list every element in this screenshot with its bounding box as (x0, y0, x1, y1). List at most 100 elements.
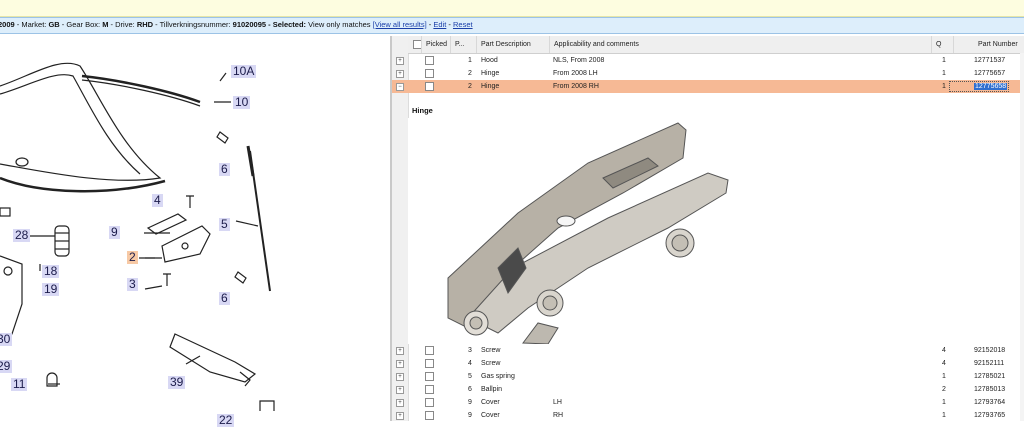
edit-link[interactable]: Edit (433, 20, 446, 29)
callout-6b[interactable]: 6 (219, 292, 230, 305)
picked-checkbox[interactable] (425, 346, 434, 355)
callout-10a[interactable]: 10A (231, 65, 257, 78)
pos-cell: 5 (468, 373, 472, 380)
expand-icon[interactable]: + (396, 399, 404, 407)
partno-cell: 92152111 (974, 360, 1005, 367)
view-all-results-link[interactable]: [View all results] (373, 20, 427, 29)
desc-cell: Screw (481, 347, 501, 354)
expand-icon[interactable]: + (396, 412, 404, 420)
partno-cell: 92152018 (974, 347, 1006, 354)
callout-29[interactable]: 29 (0, 360, 13, 373)
expand-icon[interactable]: + (396, 386, 404, 394)
qty-cell: 1 (942, 57, 946, 64)
applic-cell: From 2008 LH (553, 70, 598, 77)
callout-19[interactable]: 19 (42, 283, 60, 296)
table-row[interactable]: + 3 Screw 4 92152018 (392, 344, 1024, 357)
picked-checkbox[interactable] (425, 385, 434, 394)
picked-checkbox[interactable] (425, 398, 434, 407)
picked-checkbox[interactable] (425, 372, 434, 381)
qty-cell: 4 (942, 347, 946, 354)
qty-cell: 1 (942, 70, 946, 77)
col-part-number[interactable]: Part Number (953, 36, 1024, 53)
callout-30[interactable]: 30 (0, 333, 13, 346)
callout-3[interactable]: 3 (127, 278, 138, 291)
applic-cell: From 2008 RH (553, 83, 599, 90)
hinge-illustration (447, 122, 729, 344)
collapse-icon[interactable]: − (396, 83, 404, 91)
qty-cell: 4 (942, 360, 946, 367)
callout-10[interactable]: 10 (233, 96, 251, 109)
col-description[interactable]: Part Description (476, 36, 550, 53)
vin-label: - Tillverkningsnummer: (153, 20, 233, 29)
selected-value: View only matches (308, 20, 373, 29)
partno-cell: 12771537 (974, 57, 1006, 64)
picked-checkbox[interactable] (425, 411, 434, 420)
pos-cell: 4 (468, 360, 472, 367)
table-row[interactable]: + 9 Cover LH 1 12793764 (392, 396, 1024, 409)
table-row[interactable]: + 2 Hinge From 2008 LH 1 12775657 (392, 67, 1024, 80)
pos-cell: 2 (468, 70, 472, 77)
table-row[interactable]: + 4 Screw 4 92152111 (392, 357, 1024, 370)
qty-cell: 1 (942, 83, 946, 90)
callout-18[interactable]: 18 (42, 265, 60, 278)
table-row[interactable]: + 9 Cover RH 1 12793765 (392, 409, 1024, 421)
desc-cell: Hood (481, 57, 498, 64)
pos-cell: 2 (468, 83, 472, 90)
selected-label: - Selected: (266, 20, 309, 29)
partno-cell[interactable]: 12775658 (974, 80, 1008, 93)
parts-diagram: 10A 10 6 4 9 5 28 2 18 19 3 6 29 30 11 3… (0, 36, 390, 427)
col-applicability[interactable]: Applicability and comments (549, 36, 931, 53)
callout-9[interactable]: 9 (109, 226, 120, 239)
expand-icon[interactable]: + (396, 347, 404, 355)
parts-list-panel: Picked P... Part Description Applicabili… (392, 36, 1024, 421)
pos-cell: 9 (468, 399, 472, 406)
callout-2[interactable]: 2 (127, 251, 138, 264)
market-label: - Market: (14, 20, 49, 29)
col-qty[interactable]: Q (931, 36, 953, 53)
picked-checkbox[interactable] (425, 82, 434, 91)
pos-cell: 6 (468, 386, 472, 393)
callout-11[interactable]: 11 (11, 378, 28, 391)
callout-28[interactable]: 28 (13, 229, 31, 242)
expand-icon[interactable]: + (396, 360, 404, 368)
expand-icon[interactable]: + (396, 57, 404, 65)
picked-checkbox[interactable] (425, 56, 434, 65)
pos-cell: 3 (468, 347, 472, 354)
callout-4[interactable]: 4 (152, 194, 163, 207)
selected-part-number[interactable]: 12775658 (974, 83, 1008, 90)
pos-cell: 9 (468, 412, 472, 419)
reset-link[interactable]: Reset (453, 20, 473, 29)
pos-cell: 1 (468, 57, 472, 64)
market-value: GB (48, 20, 60, 29)
separator: - (446, 20, 453, 29)
callout-39[interactable]: 39 (168, 376, 186, 389)
expand-icon[interactable]: + (396, 373, 404, 381)
qty-cell: 2 (942, 386, 946, 393)
partno-cell: 12785021 (974, 373, 1006, 380)
diagram-drawing (0, 62, 275, 411)
table-row[interactable]: + 5 Gas spring 1 12785021 (392, 370, 1024, 383)
detail-title: Hinge (412, 106, 433, 115)
top-band (0, 0, 1024, 17)
applic-cell: RH (553, 412, 564, 419)
expand-icon[interactable]: + (396, 70, 404, 78)
applic-cell: NLS, From 2008 (553, 57, 605, 64)
drive-label: - Drive: (108, 20, 137, 29)
applic-cell: LH (553, 399, 562, 406)
picked-checkbox[interactable] (425, 359, 434, 368)
table-header: Picked P... Part Description Applicabili… (408, 36, 1024, 54)
partno-cell: 12793764 (974, 399, 1006, 406)
col-pos[interactable]: P... (450, 36, 475, 53)
callout-5[interactable]: 5 (219, 218, 230, 231)
callout-6[interactable]: 6 (219, 163, 230, 176)
table-row-selected[interactable]: − 2 Hinge From 2008 RH 1 12775658 (392, 80, 1024, 93)
drive-value: RHD (136, 20, 154, 29)
picked-checkbox[interactable] (425, 69, 434, 78)
table-row[interactable]: + 1 Hood NLS, From 2008 1 12771537 (392, 54, 1024, 67)
vertical-scrollbar[interactable] (1020, 53, 1024, 421)
model-year: 2009 (0, 20, 15, 29)
qty-cell: 1 (942, 373, 946, 380)
desc-cell: Ballpin (481, 386, 503, 393)
partno-cell: 12775657 (974, 70, 1006, 77)
table-row[interactable]: + 6 Ballpin 2 12785013 (392, 383, 1024, 396)
